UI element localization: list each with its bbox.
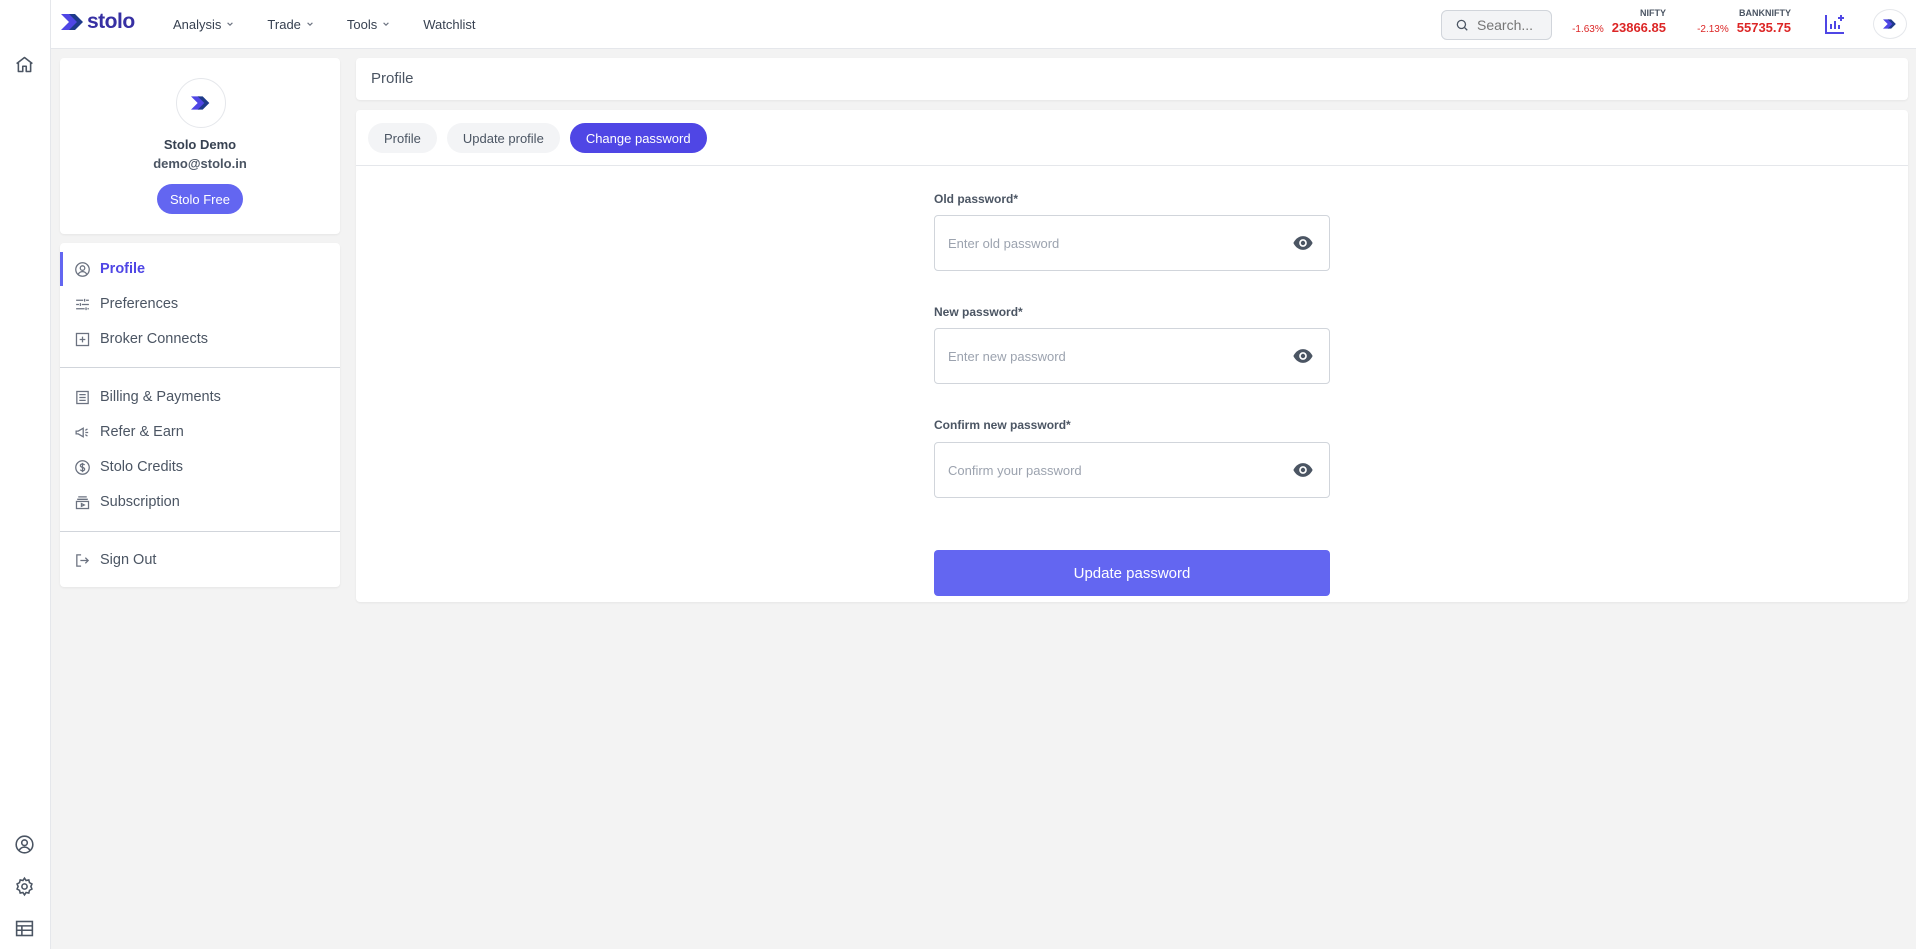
- chevron-down-icon: [307, 22, 313, 26]
- user-circle-icon[interactable]: [13, 833, 35, 855]
- gear-icon[interactable]: [13, 875, 35, 897]
- change-password-panel: Profile Update profile Change password O…: [356, 110, 1908, 602]
- menu-divider: [60, 531, 340, 532]
- old-password-input[interactable]: [935, 216, 1291, 270]
- tabs-divider: [356, 165, 1908, 166]
- menu-item-label: Subscription: [100, 494, 180, 510]
- plan-badge-button[interactable]: Stolo Free: [157, 184, 243, 214]
- ticker-name: NIFTY: [1640, 8, 1666, 18]
- new-password-label: New password*: [934, 305, 1023, 319]
- profile-tabs: Profile Update profile Change password: [368, 123, 707, 153]
- old-password-label: Old password*: [934, 192, 1019, 206]
- ticker-nifty[interactable]: NIFTY -1.63% 23866.85: [1572, 8, 1666, 35]
- logo-chevron-icon: [191, 96, 210, 110]
- ticker-value: 23866.85: [1611, 20, 1666, 35]
- logo-chevron-icon: [1883, 19, 1896, 29]
- tab-profile[interactable]: Profile: [368, 123, 437, 153]
- ticker-banknifty[interactable]: BANKNIFTY -2.13% 55735.75: [1696, 8, 1791, 35]
- old-password-field: [934, 215, 1330, 271]
- subscription-icon: [75, 495, 90, 509]
- logo-text: stolo: [87, 10, 135, 33]
- ticker-change: -2.13%: [1697, 24, 1729, 35]
- receipt-icon: [76, 390, 89, 404]
- tab-change-password[interactable]: Change password: [569, 123, 707, 153]
- nav-watchlist-label: Watchlist: [423, 16, 476, 32]
- logout-icon: [76, 553, 90, 567]
- menu-item-refer-earn[interactable]: Refer & Earn: [60, 415, 340, 449]
- search-box[interactable]: [1441, 10, 1552, 40]
- profile-menu: Profile Preferences Broker Connects Bill…: [60, 243, 340, 587]
- confirm-password-field: [934, 442, 1330, 498]
- dollar-circle-icon: [75, 459, 90, 475]
- eye-icon[interactable]: [1291, 344, 1315, 368]
- eye-icon[interactable]: [1291, 231, 1315, 255]
- sliders-icon: [76, 298, 89, 310]
- menu-item-label: Broker Connects: [100, 331, 208, 347]
- update-password-button[interactable]: Update password: [934, 550, 1330, 596]
- search-icon: [1456, 19, 1468, 31]
- home-icon[interactable]: [13, 53, 35, 75]
- confirm-password-input[interactable]: [935, 443, 1291, 497]
- menu-item-broker-connects[interactable]: Broker Connects: [60, 322, 340, 356]
- menu-item-label: Preferences: [100, 296, 179, 312]
- menu-item-profile[interactable]: Profile: [60, 252, 340, 286]
- stolo-logo[interactable]: stolo: [61, 10, 135, 34]
- search-input[interactable]: [1477, 17, 1547, 33]
- menu-item-preferences[interactable]: Preferences: [60, 287, 340, 321]
- ticker-name: BANKNIFTY: [1739, 8, 1791, 18]
- breadcrumb: Profile: [356, 58, 1908, 100]
- confirm-password-label: Confirm new password*: [934, 418, 1071, 432]
- add-chart-icon[interactable]: [1823, 12, 1847, 36]
- profile-email: demo@stolo.in: [153, 156, 247, 171]
- nav-watchlist[interactable]: Watchlist: [423, 17, 475, 32]
- new-password-field: [934, 328, 1330, 384]
- menu-item-billing[interactable]: Billing & Payments: [60, 380, 340, 414]
- main-nav: Analysis Trade Tools Watchlist: [173, 0, 476, 48]
- user-avatar[interactable]: [1873, 9, 1907, 39]
- ticker-value: 55735.75: [1736, 20, 1791, 35]
- avatar: [176, 78, 226, 128]
- nav-analysis[interactable]: Analysis: [173, 17, 234, 32]
- menu-item-label: Billing & Payments: [100, 389, 221, 405]
- new-password-input[interactable]: [935, 329, 1291, 383]
- menu-item-subscription[interactable]: Subscription: [60, 485, 340, 519]
- menu-item-label: Profile: [100, 261, 146, 277]
- profile-name: Stolo Demo: [163, 137, 237, 152]
- menu-item-sign-out[interactable]: Sign Out: [60, 543, 340, 577]
- top-bar: stolo Analysis Trade Tools Watchlist NIF…: [51, 0, 1916, 49]
- megaphone-icon: [75, 426, 89, 438]
- nav-trade[interactable]: Trade: [267, 17, 313, 32]
- menu-divider: [60, 367, 340, 368]
- menu-item-stolo-credits[interactable]: Stolo Credits: [60, 450, 340, 484]
- logo-chevron-icon: [61, 14, 83, 30]
- ticker-change: -1.63%: [1572, 24, 1604, 35]
- profile-card: Stolo Demo demo@stolo.in Stolo Free: [60, 58, 340, 234]
- chevron-down-icon: [227, 22, 234, 26]
- menu-item-label: Refer & Earn: [100, 424, 184, 440]
- nav-analysis-label: Analysis: [173, 16, 222, 32]
- page-title: Profile: [371, 70, 414, 87]
- chevron-down-icon: [383, 22, 390, 26]
- tab-update-profile[interactable]: Update profile: [446, 123, 560, 153]
- menu-item-label: Sign Out: [100, 552, 157, 568]
- eye-icon[interactable]: [1291, 458, 1315, 482]
- plus-square-icon: [75, 332, 90, 346]
- nav-tools[interactable]: Tools: [347, 17, 390, 32]
- menu-item-label: Stolo Credits: [100, 459, 184, 475]
- layout-icon[interactable]: [13, 917, 35, 939]
- user-circle-icon: [75, 261, 90, 277]
- nav-trade-label: Trade: [267, 16, 301, 32]
- nav-tools-label: Tools: [346, 16, 378, 32]
- left-rail: [0, 0, 51, 949]
